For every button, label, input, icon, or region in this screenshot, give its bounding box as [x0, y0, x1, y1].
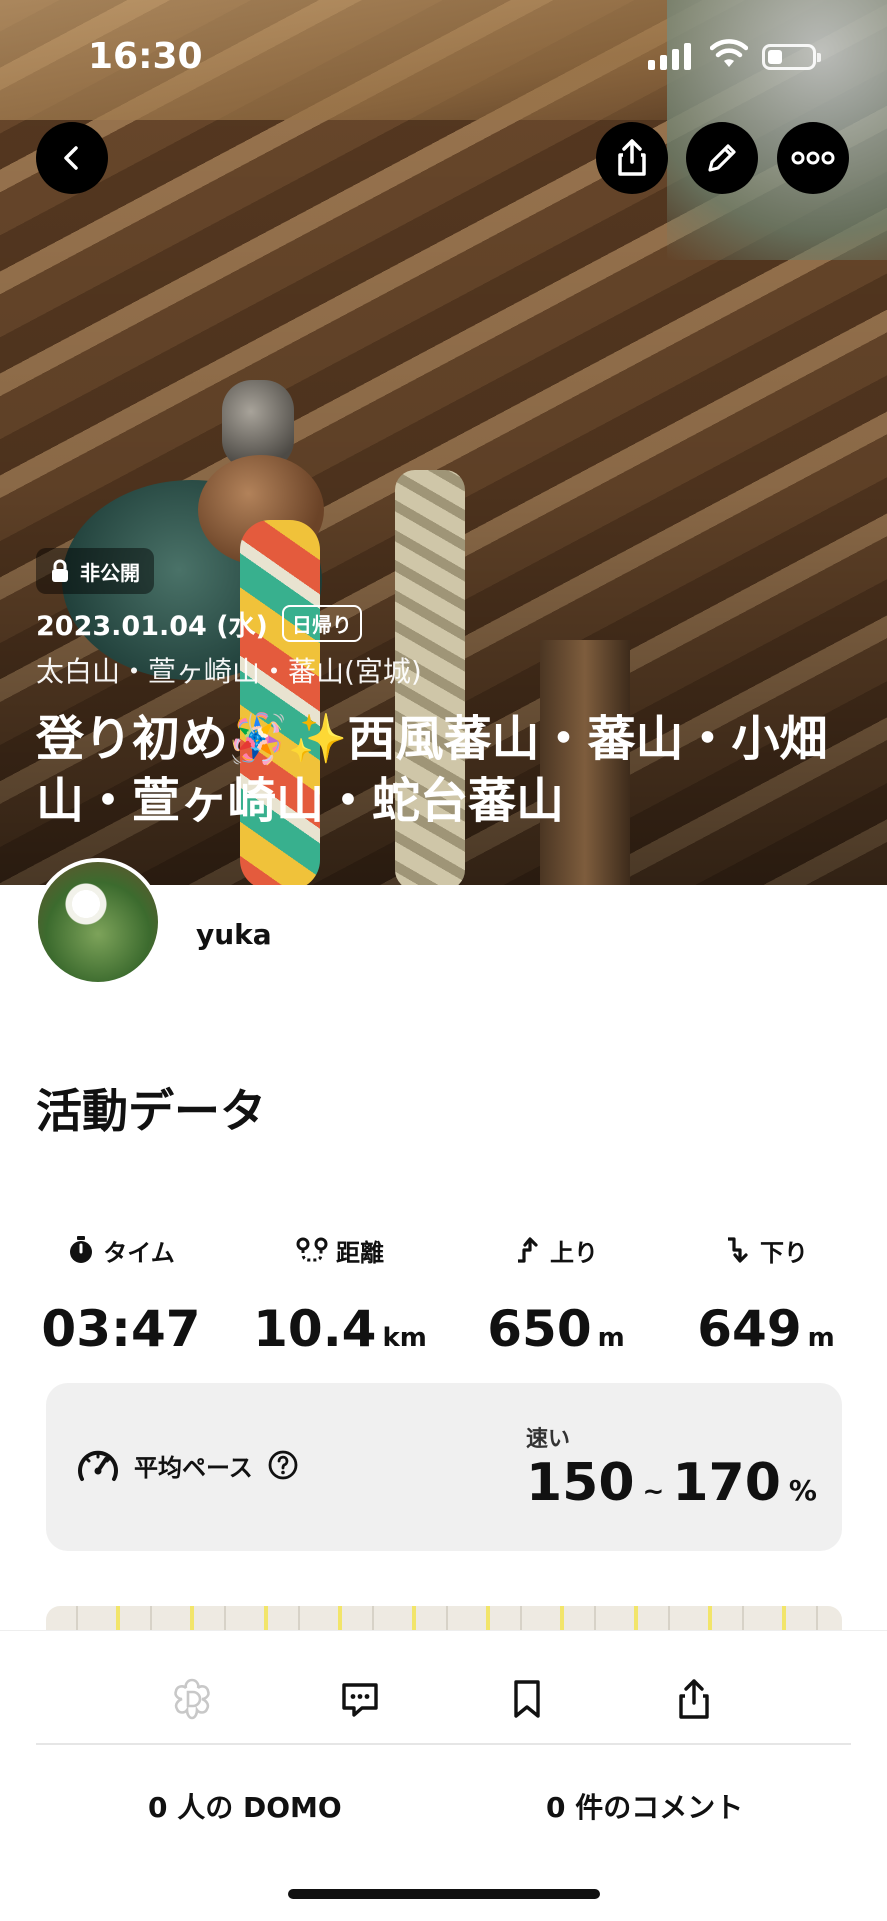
share-icon — [679, 1679, 709, 1719]
mountain-list[interactable]: 太白山・萱ヶ崎山・蕃山(宮城) — [36, 650, 422, 690]
domo-flower-icon — [174, 1678, 210, 1720]
bookmark-button[interactable] — [497, 1669, 557, 1729]
activity-date-row: 2023.01.04 (水) 日帰り — [36, 604, 362, 643]
chevron-left-icon — [64, 146, 78, 170]
stat-descent: 下り 649 m — [676, 1230, 856, 1358]
edit-button[interactable] — [686, 122, 758, 194]
comment-button[interactable] — [330, 1669, 390, 1729]
share-bottom-button[interactable] — [664, 1669, 724, 1729]
stat-value: 03:47 — [41, 1300, 201, 1358]
username[interactable]: yuka — [196, 918, 272, 951]
stat-unit: km — [382, 1323, 427, 1353]
more-options-button[interactable] — [777, 122, 849, 194]
stat-ascent: 上り 650 m — [466, 1230, 646, 1358]
trip-type-badge: 日帰り — [281, 605, 362, 642]
lock-icon — [52, 559, 68, 582]
activity-date: 2023.01.04 (水) — [36, 611, 268, 642]
help-question-icon[interactable] — [267, 1449, 299, 1481]
visibility-label: 非公開 — [80, 560, 140, 585]
pace-speed-label: 速い — [526, 1427, 571, 1452]
wifi-icon — [710, 39, 748, 67]
status-bar: 16:30 — [0, 0, 887, 110]
home-indicator — [288, 1889, 600, 1899]
stat-value: 650 — [487, 1300, 592, 1358]
pace-label: 平均ペース — [134, 1453, 253, 1482]
comment-count-link[interactable]: 0 件のコメント — [546, 1786, 743, 1826]
stat-unit: m — [807, 1323, 835, 1353]
back-button[interactable] — [36, 122, 108, 194]
stat-value: 10.4 — [253, 1300, 377, 1358]
stat-distance: 距離 10.4 km — [240, 1230, 440, 1358]
pace-range: 150 ~170% — [526, 1453, 817, 1513]
more-dots-icon — [791, 151, 835, 165]
stat-label: 下り — [760, 1238, 808, 1267]
avatar[interactable] — [34, 858, 162, 986]
average-pace-card: 平均ペース 速い 150 ~170% — [46, 1383, 842, 1551]
stopwatch-icon — [70, 1236, 93, 1263]
divider — [36, 1743, 851, 1745]
cellular-signal-icon — [648, 42, 691, 70]
stat-value: 649 — [697, 1300, 802, 1358]
status-time: 16:30 — [88, 36, 203, 77]
pace-unit: % — [788, 1474, 817, 1507]
stat-time: タイム 03:47 — [36, 1230, 206, 1358]
comment-icon — [342, 1683, 378, 1717]
ascent-icon — [518, 1237, 538, 1263]
pace-max: 170 — [672, 1453, 781, 1513]
activity-stats: タイム 03:47 距離 10.4 km 上り 650 m 下り 649 m — [0, 1230, 887, 1360]
pace-min: 150 — [526, 1453, 635, 1513]
domo-button[interactable] — [162, 1669, 222, 1729]
bookmark-icon — [514, 1680, 540, 1718]
domo-count-link[interactable]: 0 人の DOMO — [148, 1786, 342, 1826]
stat-label: タイム — [103, 1238, 175, 1267]
pencil-icon — [708, 144, 736, 172]
bottom-action-bar: 0 人の DOMO 0 件のコメント — [0, 1630, 887, 1921]
stat-unit: m — [597, 1323, 625, 1353]
activity-title: 登り初め🪅✨西風蕃山・蕃山・小畑山・萱ヶ崎山・蛇台蕃山 — [36, 711, 828, 829]
visibility-badge: 非公開 — [36, 548, 154, 594]
stat-label: 距離 — [336, 1238, 384, 1267]
share-icon — [618, 139, 646, 176]
share-button[interactable] — [596, 122, 668, 194]
section-title-activity-data: 活動データ — [36, 1084, 266, 1138]
speedometer-icon — [78, 1450, 118, 1481]
pace-separator: ~ — [642, 1477, 665, 1507]
stat-label: 上り — [550, 1238, 598, 1267]
route-icon — [296, 1237, 328, 1262]
descent-icon — [728, 1237, 748, 1263]
battery-icon — [762, 44, 821, 70]
